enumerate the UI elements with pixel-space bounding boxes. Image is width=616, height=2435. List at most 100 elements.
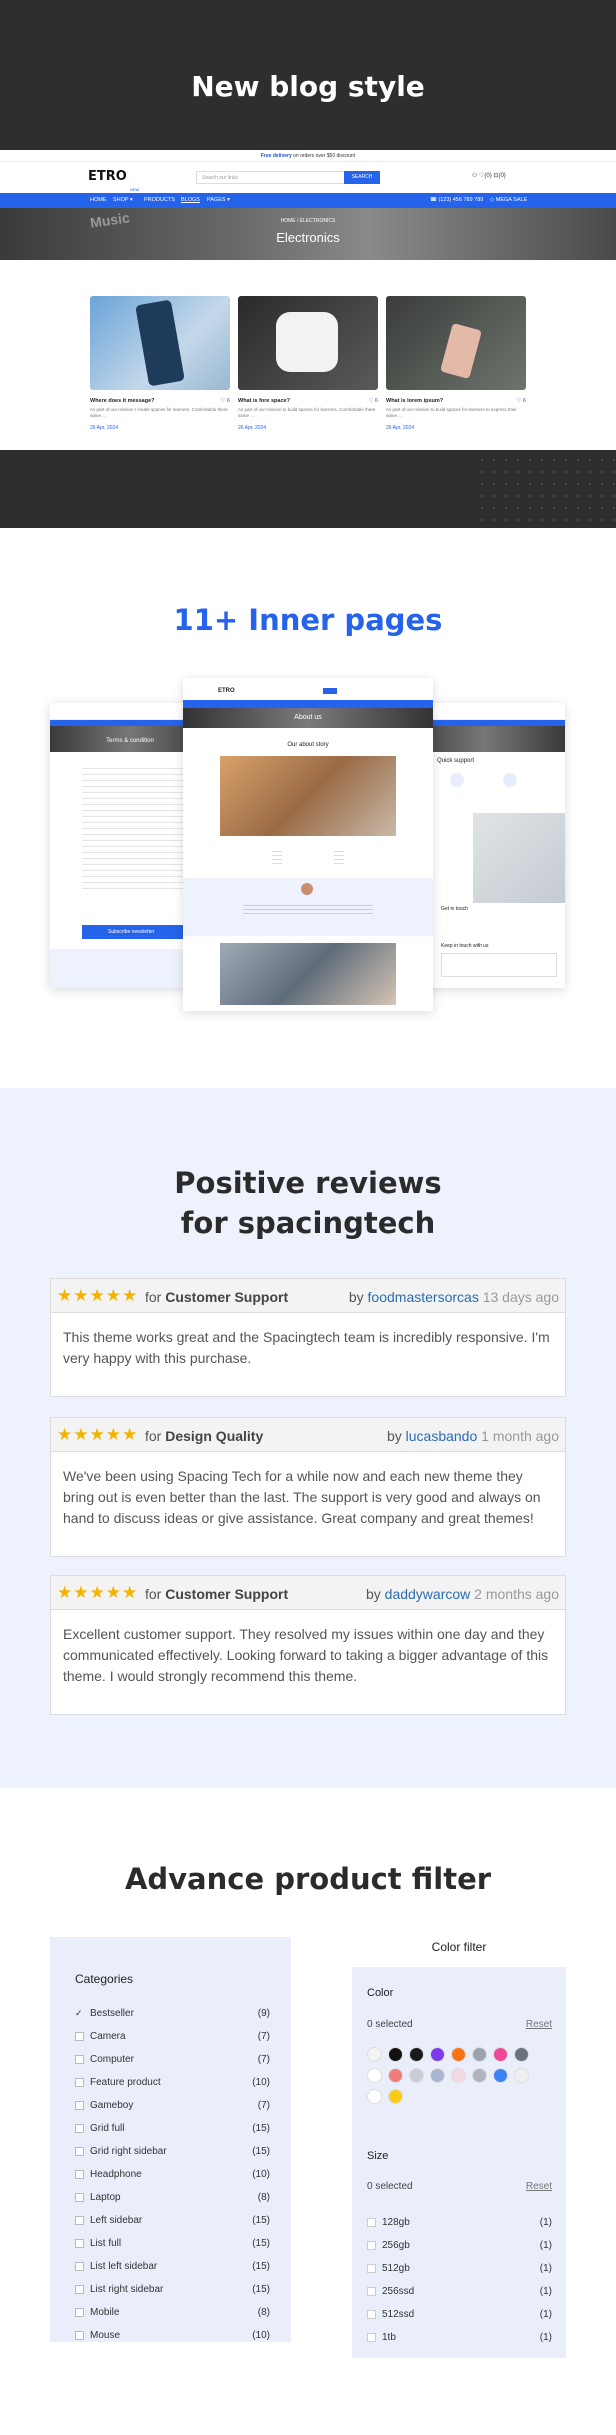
color-swatch[interactable] [493,2068,508,2083]
size-option[interactable]: 512ssd (1) [367,2306,552,2329]
checkmark-icon[interactable]: ✓ [75,2009,84,2018]
color-selected-count: 0 selected [367,2019,413,2030]
color-swatch[interactable] [472,2047,487,2062]
blog-card[interactable]: What is fore space? ♡ 6 As part of our mi… [238,296,378,431]
color-swatch[interactable] [388,2089,403,2104]
category-checkbox[interactable] [75,2124,84,2133]
category-option[interactable]: List left sidebar (15) [75,2258,270,2281]
color-swatch[interactable] [451,2047,466,2062]
blog-card-image[interactable] [90,296,230,390]
size-reset-link[interactable]: Reset [526,2181,552,2192]
review-author-link[interactable]: foodmastersorcas [368,1289,479,1305]
quick-support-title: Quick support [437,758,475,764]
categories-filter: Categories ✓ Bestseller (9) Camera (7) Comput… [50,1937,291,2342]
category-checkbox[interactable] [75,2239,84,2248]
category-option[interactable]: Laptop (8) [75,2189,270,2212]
size-option[interactable]: 1tb (1) [367,2329,552,2352]
color-swatch[interactable] [388,2047,403,2062]
mega-sale-link[interactable]: ◇ MEGA SALE [490,193,527,208]
color-swatch[interactable] [514,2068,529,2083]
nav-blogs[interactable]: BLOGS [181,193,200,208]
category-option[interactable]: ✓ Bestseller (9) [75,2005,270,2028]
color-swatch[interactable] [367,2047,382,2062]
category-option[interactable]: Left sidebar (15) [75,2212,270,2235]
color-swatch[interactable] [367,2068,382,2083]
category-checkbox[interactable] [75,2331,84,2340]
color-swatch[interactable] [430,2068,445,2083]
blog-page-preview: Free delivery on orders over $50 discoun… [0,150,616,450]
category-option[interactable]: Grid full (15) [75,2120,270,2143]
nav-products[interactable]: PRODUCTS [144,193,175,208]
blog-card-title[interactable]: What is fore space? [238,398,290,404]
category-checkbox[interactable] [75,2032,84,2041]
color-swatch[interactable] [472,2068,487,2083]
category-option[interactable]: Grid right sidebar (15) [75,2143,270,2166]
color-reset-link[interactable]: Reset [526,2019,552,2030]
nav-home[interactable]: HOME [90,193,107,208]
wishlist-cart-counts[interactable]: ♡(0) ⊡(0) [479,173,506,179]
heart-icon[interactable]: ♡ 6 [220,398,230,404]
heart-icon[interactable]: ♡ 6 [368,398,378,404]
blog-card-title[interactable]: Where does it message? [90,398,155,404]
size-checkbox[interactable] [367,2310,376,2319]
category-option[interactable]: List full (15) [75,2235,270,2258]
blog-card-image[interactable] [386,296,526,390]
category-option[interactable]: Mobile (8) [75,2304,270,2327]
color-swatch[interactable] [409,2068,424,2083]
blog-card-image[interactable] [238,296,378,390]
category-checkbox[interactable] [75,2262,84,2271]
size-option[interactable]: 128gb (1) [367,2214,552,2237]
breadcrumb[interactable]: HOME / ELECTRONICS [0,218,616,224]
search-input[interactable]: Search our links [196,171,346,184]
category-option[interactable]: Computer (7) [75,2051,270,2074]
category-checkbox[interactable] [75,2055,84,2064]
heart-icon[interactable]: ♡ 6 [516,398,526,404]
size-checkbox[interactable] [367,2287,376,2296]
nav-shop[interactable]: SHOP ▾ [113,193,133,208]
color-swatch[interactable] [388,2068,403,2083]
category-checkbox[interactable] [75,2078,84,2087]
category-checkbox[interactable] [75,2285,84,2294]
category-option[interactable]: List right sidebar (15) [75,2281,270,2304]
category-option[interactable]: Gameboy (7) [75,2097,270,2120]
category-checkbox[interactable] [75,2101,84,2110]
size-option[interactable]: 256ssd (1) [367,2283,552,2306]
review-author-link[interactable]: daddywarcow [385,1586,471,1602]
category-checkbox[interactable] [75,2216,84,2225]
review-author-link[interactable]: lucasbando [406,1428,478,1444]
color-swatch[interactable] [514,2047,529,2062]
site-logo[interactable]: ETRO [88,169,127,184]
color-swatch[interactable] [367,2089,382,2104]
category-checkbox[interactable] [75,2170,84,2179]
search-button[interactable]: SEARCH [344,171,380,184]
blog-card[interactable]: What is lorem ipsum? ♡ 6 As part of our m… [386,296,526,431]
color-swatch[interactable] [409,2047,424,2062]
category-checkbox[interactable] [75,2308,84,2317]
nav-pages[interactable]: PAGES ▾ [207,193,230,208]
category-checkbox[interactable] [75,2193,84,2202]
user-icon[interactable]: ⚇ [472,173,479,179]
category-option[interactable]: Feature product (10) [75,2074,270,2097]
color-swatch[interactable] [493,2047,508,2062]
color-swatch[interactable] [451,2068,466,2083]
phone-number[interactable]: ☎ (123) 456 789 789 [430,193,483,208]
size-checkbox[interactable] [367,2218,376,2227]
category-option[interactable]: Camera (7) [75,2028,270,2051]
review-category: for Customer Support [145,1289,288,1305]
header-icons[interactable]: ⚇ ♡(0) ⊡(0) [472,172,506,179]
blog-card[interactable]: Where does it message? ♡ 6 As part of our… [90,296,230,431]
office-photo [220,943,396,1005]
category-checkbox[interactable] [75,2147,84,2156]
size-checkbox[interactable] [367,2241,376,2250]
category-option[interactable]: Mouse (10) [75,2327,270,2350]
size-checkbox[interactable] [367,2333,376,2342]
team-photo [220,756,396,836]
color-swatch[interactable] [430,2047,445,2062]
size-checkbox[interactable] [367,2264,376,2273]
size-option[interactable]: 512gb (1) [367,2260,552,2283]
size-option[interactable]: 256gb (1) [367,2237,552,2260]
category-option[interactable]: Headphone (10) [75,2166,270,2189]
category-label: Gameboy [90,2100,134,2111]
blog-card-title[interactable]: What is lorem ipsum? [386,398,443,404]
contact-form[interactable] [441,953,557,977]
